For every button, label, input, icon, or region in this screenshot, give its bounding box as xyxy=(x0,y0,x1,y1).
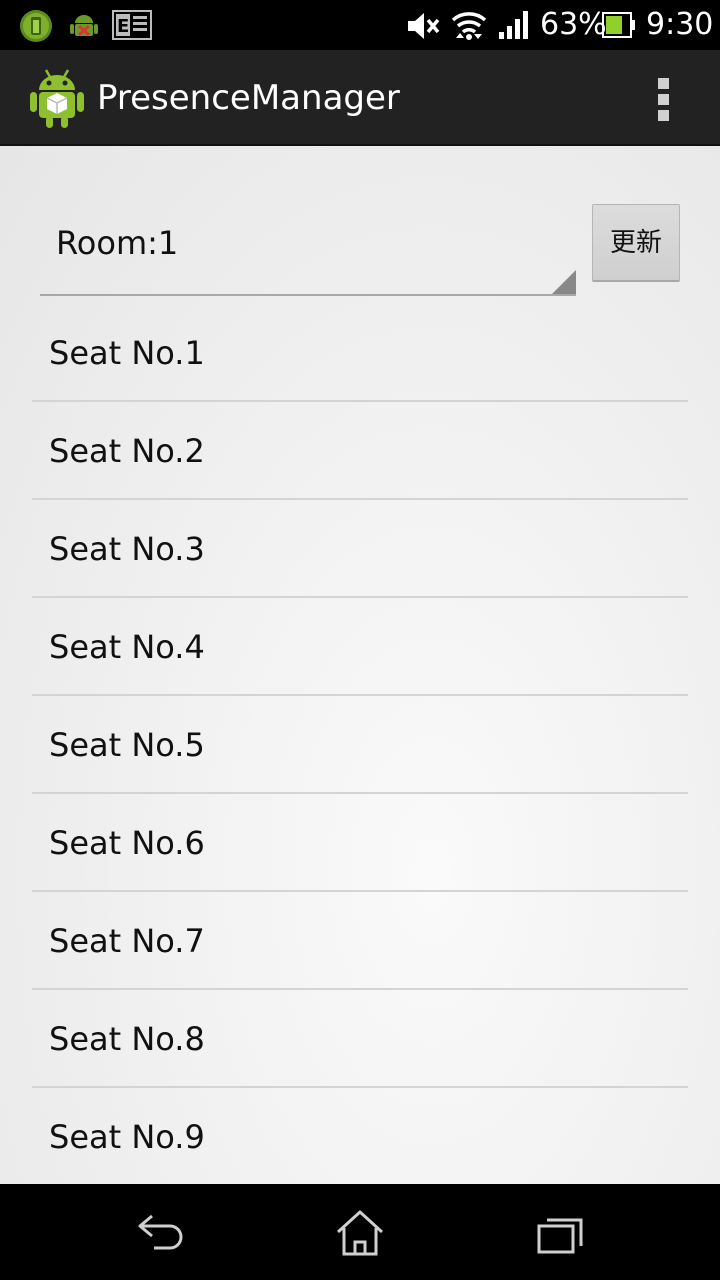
list-item[interactable]: Seat No.2 xyxy=(32,402,688,500)
action-bar: PresenceManager xyxy=(0,50,720,146)
battery-saver-icon xyxy=(20,10,52,42)
list-item[interactable]: Seat No.6 xyxy=(32,794,688,892)
main-content: Room:1 更新 Seat No.1 Seat No.2 Seat No.3 … xyxy=(0,146,720,1184)
room-spinner-value: Room:1 xyxy=(56,224,179,262)
seat-label: Seat No.5 xyxy=(49,726,205,764)
android-debug-icon xyxy=(70,15,98,37)
seat-label: Seat No.3 xyxy=(49,530,205,568)
spinner-arrow-icon xyxy=(552,270,576,294)
back-icon[interactable] xyxy=(130,1208,190,1258)
seat-label: Seat No.7 xyxy=(49,922,205,960)
app-android-icon xyxy=(30,69,84,128)
seat-label: Seat No.1 xyxy=(49,334,205,372)
keyboard-input-icon: E xyxy=(112,10,152,40)
seat-label: Seat No.6 xyxy=(49,824,205,862)
list-item[interactable]: Seat No.7 xyxy=(32,892,688,990)
list-item[interactable]: Seat No.3 xyxy=(32,500,688,598)
room-spinner[interactable]: Room:1 xyxy=(40,200,576,296)
list-item[interactable]: Seat No.4 xyxy=(32,598,688,696)
clock: 9:30 xyxy=(646,7,714,42)
status-bar: E 63% 9:30 xyxy=(0,0,720,50)
signal-icon xyxy=(499,11,528,39)
overflow-menu-icon[interactable] xyxy=(640,70,688,128)
recent-apps-icon[interactable] xyxy=(530,1208,590,1258)
seat-list: Seat No.1 Seat No.2 Seat No.3 Seat No.4 … xyxy=(32,304,688,1184)
battery-percent: 63% xyxy=(540,7,607,42)
list-item[interactable]: Seat No.8 xyxy=(32,990,688,1088)
seat-label: Seat No.8 xyxy=(49,1020,205,1058)
list-item[interactable]: Seat No.9 xyxy=(32,1088,688,1184)
list-item[interactable]: Seat No.1 xyxy=(32,304,688,402)
battery-icon xyxy=(602,12,635,38)
list-item[interactable]: Seat No.5 xyxy=(32,696,688,794)
svg-text:E: E xyxy=(117,16,129,37)
seat-label: Seat No.9 xyxy=(49,1118,205,1156)
refresh-button[interactable]: 更新 xyxy=(592,204,680,282)
wifi-icon xyxy=(451,12,487,40)
navigation-bar xyxy=(0,1184,720,1280)
mute-icon xyxy=(408,13,440,39)
seat-label: Seat No.2 xyxy=(49,432,205,470)
seat-label: Seat No.4 xyxy=(49,628,205,666)
app-title: PresenceManager xyxy=(97,78,400,118)
home-icon[interactable] xyxy=(330,1208,390,1258)
